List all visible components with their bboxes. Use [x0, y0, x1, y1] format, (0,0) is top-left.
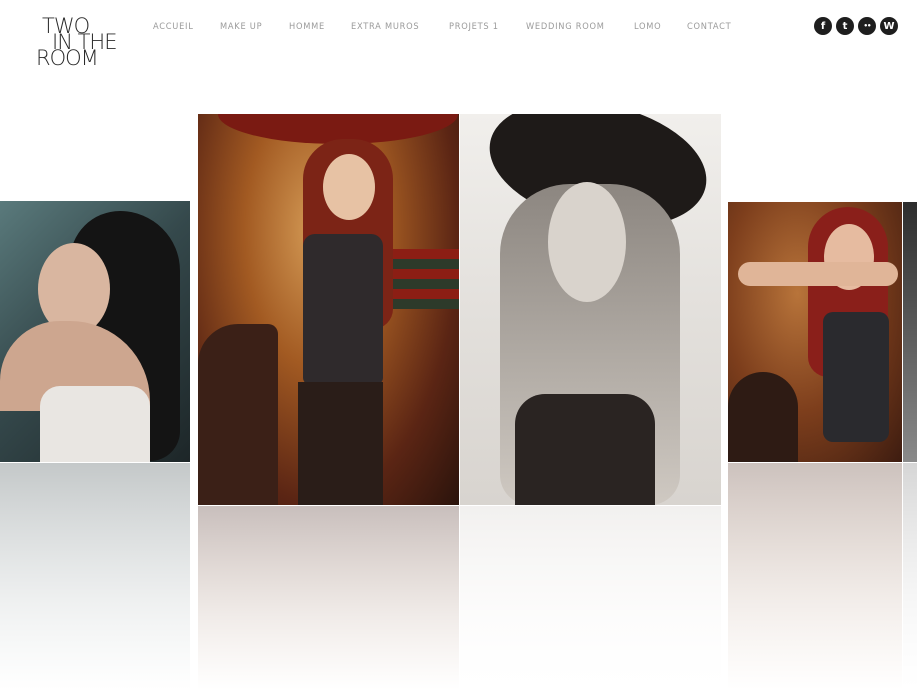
- photo-3-top: [515, 394, 655, 505]
- gallery-photo-2[interactable]: [198, 114, 459, 505]
- photo-3-face: [548, 182, 626, 302]
- photo-2-stripes: [393, 249, 459, 309]
- wordpress-icon[interactable]: W: [880, 17, 898, 35]
- gallery-photo-4[interactable]: [728, 202, 902, 462]
- nav-item-projets-1[interactable]: PROJETS 1: [449, 22, 499, 32]
- photo-2-body: [303, 234, 383, 384]
- gallery-photo-1[interactable]: [0, 201, 190, 462]
- logo-line-3: ROOM: [36, 46, 99, 70]
- nav-item-extra-muros[interactable]: EXTRA MUROS: [351, 22, 419, 32]
- flickr-icon[interactable]: ••: [858, 17, 876, 35]
- gallery-photo-3[interactable]: [460, 114, 721, 505]
- photo-2-drums: [198, 324, 278, 505]
- nav-item-wedding-room[interactable]: WEDDING ROOM: [526, 22, 605, 32]
- gallery-reflection-2: [198, 506, 459, 690]
- site-logo[interactable]: TWO IN THE ROOM: [36, 16, 126, 72]
- gallery-reflection-4: [728, 463, 902, 690]
- nav-item-accueil[interactable]: ACCUEIL: [153, 22, 194, 32]
- photo-1-top: [40, 386, 150, 462]
- gallery-reflection-1: [0, 463, 190, 690]
- photo-4-body: [823, 312, 889, 442]
- gallery-reflection-3: [460, 506, 721, 690]
- gallery-reflection-5: [903, 463, 917, 690]
- social-links: f t •• W: [814, 17, 902, 35]
- nav-item-homme[interactable]: HOMME: [289, 22, 325, 32]
- nav-item-lomo[interactable]: LOMO: [634, 22, 661, 32]
- facebook-icon[interactable]: f: [814, 17, 832, 35]
- photo-4-drums: [728, 372, 798, 462]
- nav-item-make-up[interactable]: MAKE UP: [220, 22, 262, 32]
- photo-4-arms: [738, 262, 898, 286]
- gallery-photo-5[interactable]: [903, 202, 917, 462]
- nav-item-contact[interactable]: CONTACT: [687, 22, 731, 32]
- photo-2-legs: [298, 382, 383, 505]
- twitter-icon[interactable]: t: [836, 17, 854, 35]
- photo-2-head: [323, 154, 375, 220]
- main-nav: ACCUEIL MAKE UP HOMME EXTRA MUROS PROJET…: [153, 20, 758, 34]
